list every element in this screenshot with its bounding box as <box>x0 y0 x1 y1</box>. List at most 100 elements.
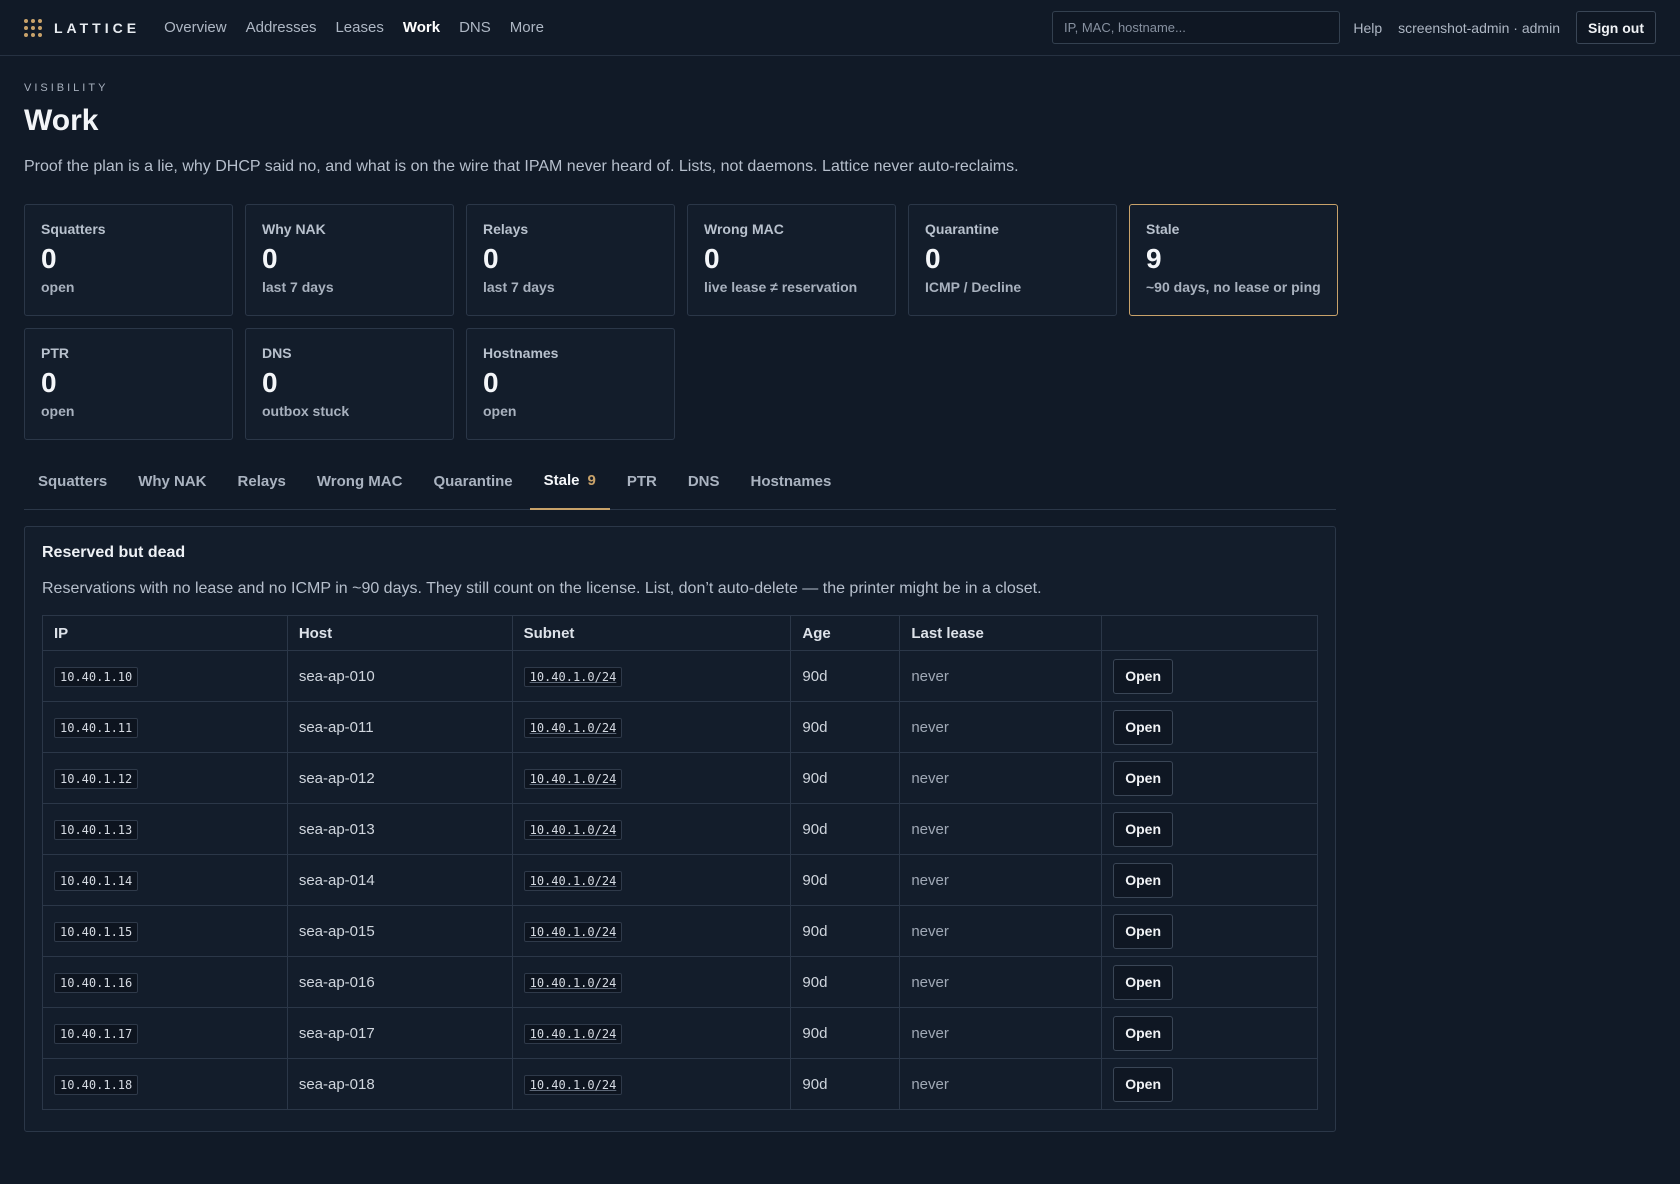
last-lease-cell: never <box>899 701 1103 753</box>
tab-label: Why NAK <box>138 472 207 490</box>
nav-leases[interactable]: Leases <box>335 19 383 36</box>
sign-out-button[interactable]: Sign out <box>1576 11 1656 44</box>
subnet-link[interactable]: 10.40.1.0/24 <box>523 921 623 942</box>
last-lease-cell: never <box>899 803 1103 855</box>
card-wrong-mac[interactable]: Wrong MAC 0 live lease ≠ reservation <box>687 204 896 316</box>
open-button[interactable]: Open <box>1113 913 1174 949</box>
brand[interactable]: LATTICE <box>24 18 140 37</box>
stale-panel: Reserved but dead Reservations with no l… <box>24 526 1336 1132</box>
card-quarantine[interactable]: Quarantine 0 ICMP / Decline <box>908 204 1117 316</box>
subnet-link[interactable]: 10.40.1.0/24 <box>523 717 623 738</box>
subnet-link[interactable]: 10.40.1.0/24 <box>523 768 623 789</box>
nav-addresses[interactable]: Addresses <box>246 19 317 36</box>
tab-why-nak[interactable]: Why NAK <box>124 453 220 509</box>
open-button[interactable]: Open <box>1113 811 1174 847</box>
column-header-host: Host <box>286 615 513 651</box>
last-lease-cell: never <box>899 1007 1103 1059</box>
table-header-row: IP Host Subnet Age Last lease <box>42 615 1318 651</box>
tab-label: Hostnames <box>750 472 832 490</box>
open-button[interactable]: Open <box>1113 709 1174 745</box>
tab-dns[interactable]: DNS <box>674 453 734 509</box>
age-cell: 90d <box>790 956 901 1008</box>
stat-cards: Squatters 0 open Why NAK 0 last 7 days R… <box>24 204 1656 440</box>
card-value: 0 <box>483 243 499 274</box>
nav-overview[interactable]: Overview <box>164 19 227 36</box>
subnet-link[interactable]: 10.40.1.0/24 <box>523 972 623 993</box>
open-button[interactable]: Open <box>1113 1066 1174 1102</box>
card-label: Stale <box>1146 221 1180 237</box>
ip-cell: 10.40.1.12 <box>54 768 139 789</box>
card-label: PTR <box>41 345 69 361</box>
ip-cell: 10.40.1.13 <box>54 819 139 840</box>
card-dns[interactable]: DNS 0 outbox stuck <box>245 328 454 440</box>
age-cell: 90d <box>790 854 901 906</box>
card-value: 0 <box>41 243 57 274</box>
open-button[interactable]: Open <box>1113 1015 1174 1051</box>
column-header-age: Age <box>790 615 901 651</box>
nav-more[interactable]: More <box>510 19 544 36</box>
host-cell: sea-ap-013 <box>286 803 513 855</box>
ip-cell: 10.40.1.14 <box>54 870 139 891</box>
last-lease-cell: never <box>899 752 1103 804</box>
user-area: Help screenshot-admin · admin Sign out <box>1353 11 1656 44</box>
nav-dns[interactable]: DNS <box>459 19 491 36</box>
tab-wrong-mac[interactable]: Wrong MAC <box>303 453 417 509</box>
tab-quarantine[interactable]: Quarantine <box>419 453 526 509</box>
subnet-link[interactable]: 10.40.1.0/24 <box>523 819 623 840</box>
subnet-link[interactable]: 10.40.1.0/24 <box>523 666 623 687</box>
tab-count-badge: 9 <box>587 472 596 489</box>
table-row: 10.40.1.17 sea-ap-017 10.40.1.0/24 90d n… <box>42 1007 1318 1059</box>
card-label: Relays <box>483 221 529 237</box>
tab-stale[interactable]: Stale 9 <box>529 453 610 510</box>
open-button[interactable]: Open <box>1113 964 1174 1000</box>
card-sub: last 7 days <box>262 279 334 295</box>
tab-relays[interactable]: Relays <box>224 453 300 509</box>
card-squatters[interactable]: Squatters 0 open <box>24 204 233 316</box>
panel-description: Reservations with no lease and no ICMP i… <box>42 580 1042 597</box>
help-link[interactable]: Help <box>1353 20 1382 36</box>
main-nav: Overview Addresses Leases Work DNS More <box>164 19 544 36</box>
section-eyebrow: VISIBILITY <box>24 82 109 94</box>
host-cell: sea-ap-018 <box>286 1058 513 1110</box>
ip-cell: 10.40.1.16 <box>54 972 139 993</box>
age-cell: 90d <box>790 905 901 957</box>
table-row: 10.40.1.18 sea-ap-018 10.40.1.0/24 90d n… <box>42 1058 1318 1110</box>
host-cell: sea-ap-016 <box>286 956 513 1008</box>
ip-cell: 10.40.1.15 <box>54 921 139 942</box>
card-sub: outbox stuck <box>262 403 350 419</box>
card-relays[interactable]: Relays 0 last 7 days <box>466 204 675 316</box>
tab-hostnames[interactable]: Hostnames <box>737 453 846 509</box>
age-cell: 90d <box>790 650 901 702</box>
card-stale[interactable]: Stale 9 ~90 days, no lease or ping <box>1129 204 1338 316</box>
age-cell: 90d <box>790 1007 901 1059</box>
card-sub: open <box>483 403 517 419</box>
nav-work[interactable]: Work <box>403 19 440 36</box>
subnet-link[interactable]: 10.40.1.0/24 <box>523 870 623 891</box>
open-button[interactable]: Open <box>1113 760 1174 796</box>
open-button[interactable]: Open <box>1113 658 1174 694</box>
last-lease-cell: never <box>899 956 1103 1008</box>
host-cell: sea-ap-011 <box>286 701 513 753</box>
stale-table: IP Host Subnet Age Last lease 10.40.1.10… <box>42 615 1318 1110</box>
search-input[interactable] <box>1052 11 1340 44</box>
ip-cell: 10.40.1.18 <box>54 1074 139 1095</box>
ip-cell: 10.40.1.17 <box>54 1023 139 1044</box>
table-row: 10.40.1.11 sea-ap-011 10.40.1.0/24 90d n… <box>42 701 1318 753</box>
subnet-link[interactable]: 10.40.1.0/24 <box>523 1023 623 1044</box>
host-cell: sea-ap-015 <box>286 905 513 957</box>
subnet-link[interactable]: 10.40.1.0/24 <box>523 1074 623 1095</box>
card-ptr[interactable]: PTR 0 open <box>24 328 233 440</box>
open-button[interactable]: Open <box>1113 862 1174 898</box>
column-header-actions <box>1101 615 1318 651</box>
tab-ptr[interactable]: PTR <box>613 453 671 509</box>
last-lease-cell: never <box>899 650 1103 702</box>
card-hostnames[interactable]: Hostnames 0 open <box>466 328 675 440</box>
app-grid-icon <box>24 18 42 37</box>
tab-squatters[interactable]: Squatters <box>24 453 121 509</box>
card-value: 0 <box>262 243 278 274</box>
card-sub: last 7 days <box>483 279 555 295</box>
card-value: 0 <box>41 367 57 398</box>
ip-cell: 10.40.1.10 <box>54 666 139 687</box>
card-why-nak[interactable]: Why NAK 0 last 7 days <box>245 204 454 316</box>
last-lease-cell: never <box>899 905 1103 957</box>
